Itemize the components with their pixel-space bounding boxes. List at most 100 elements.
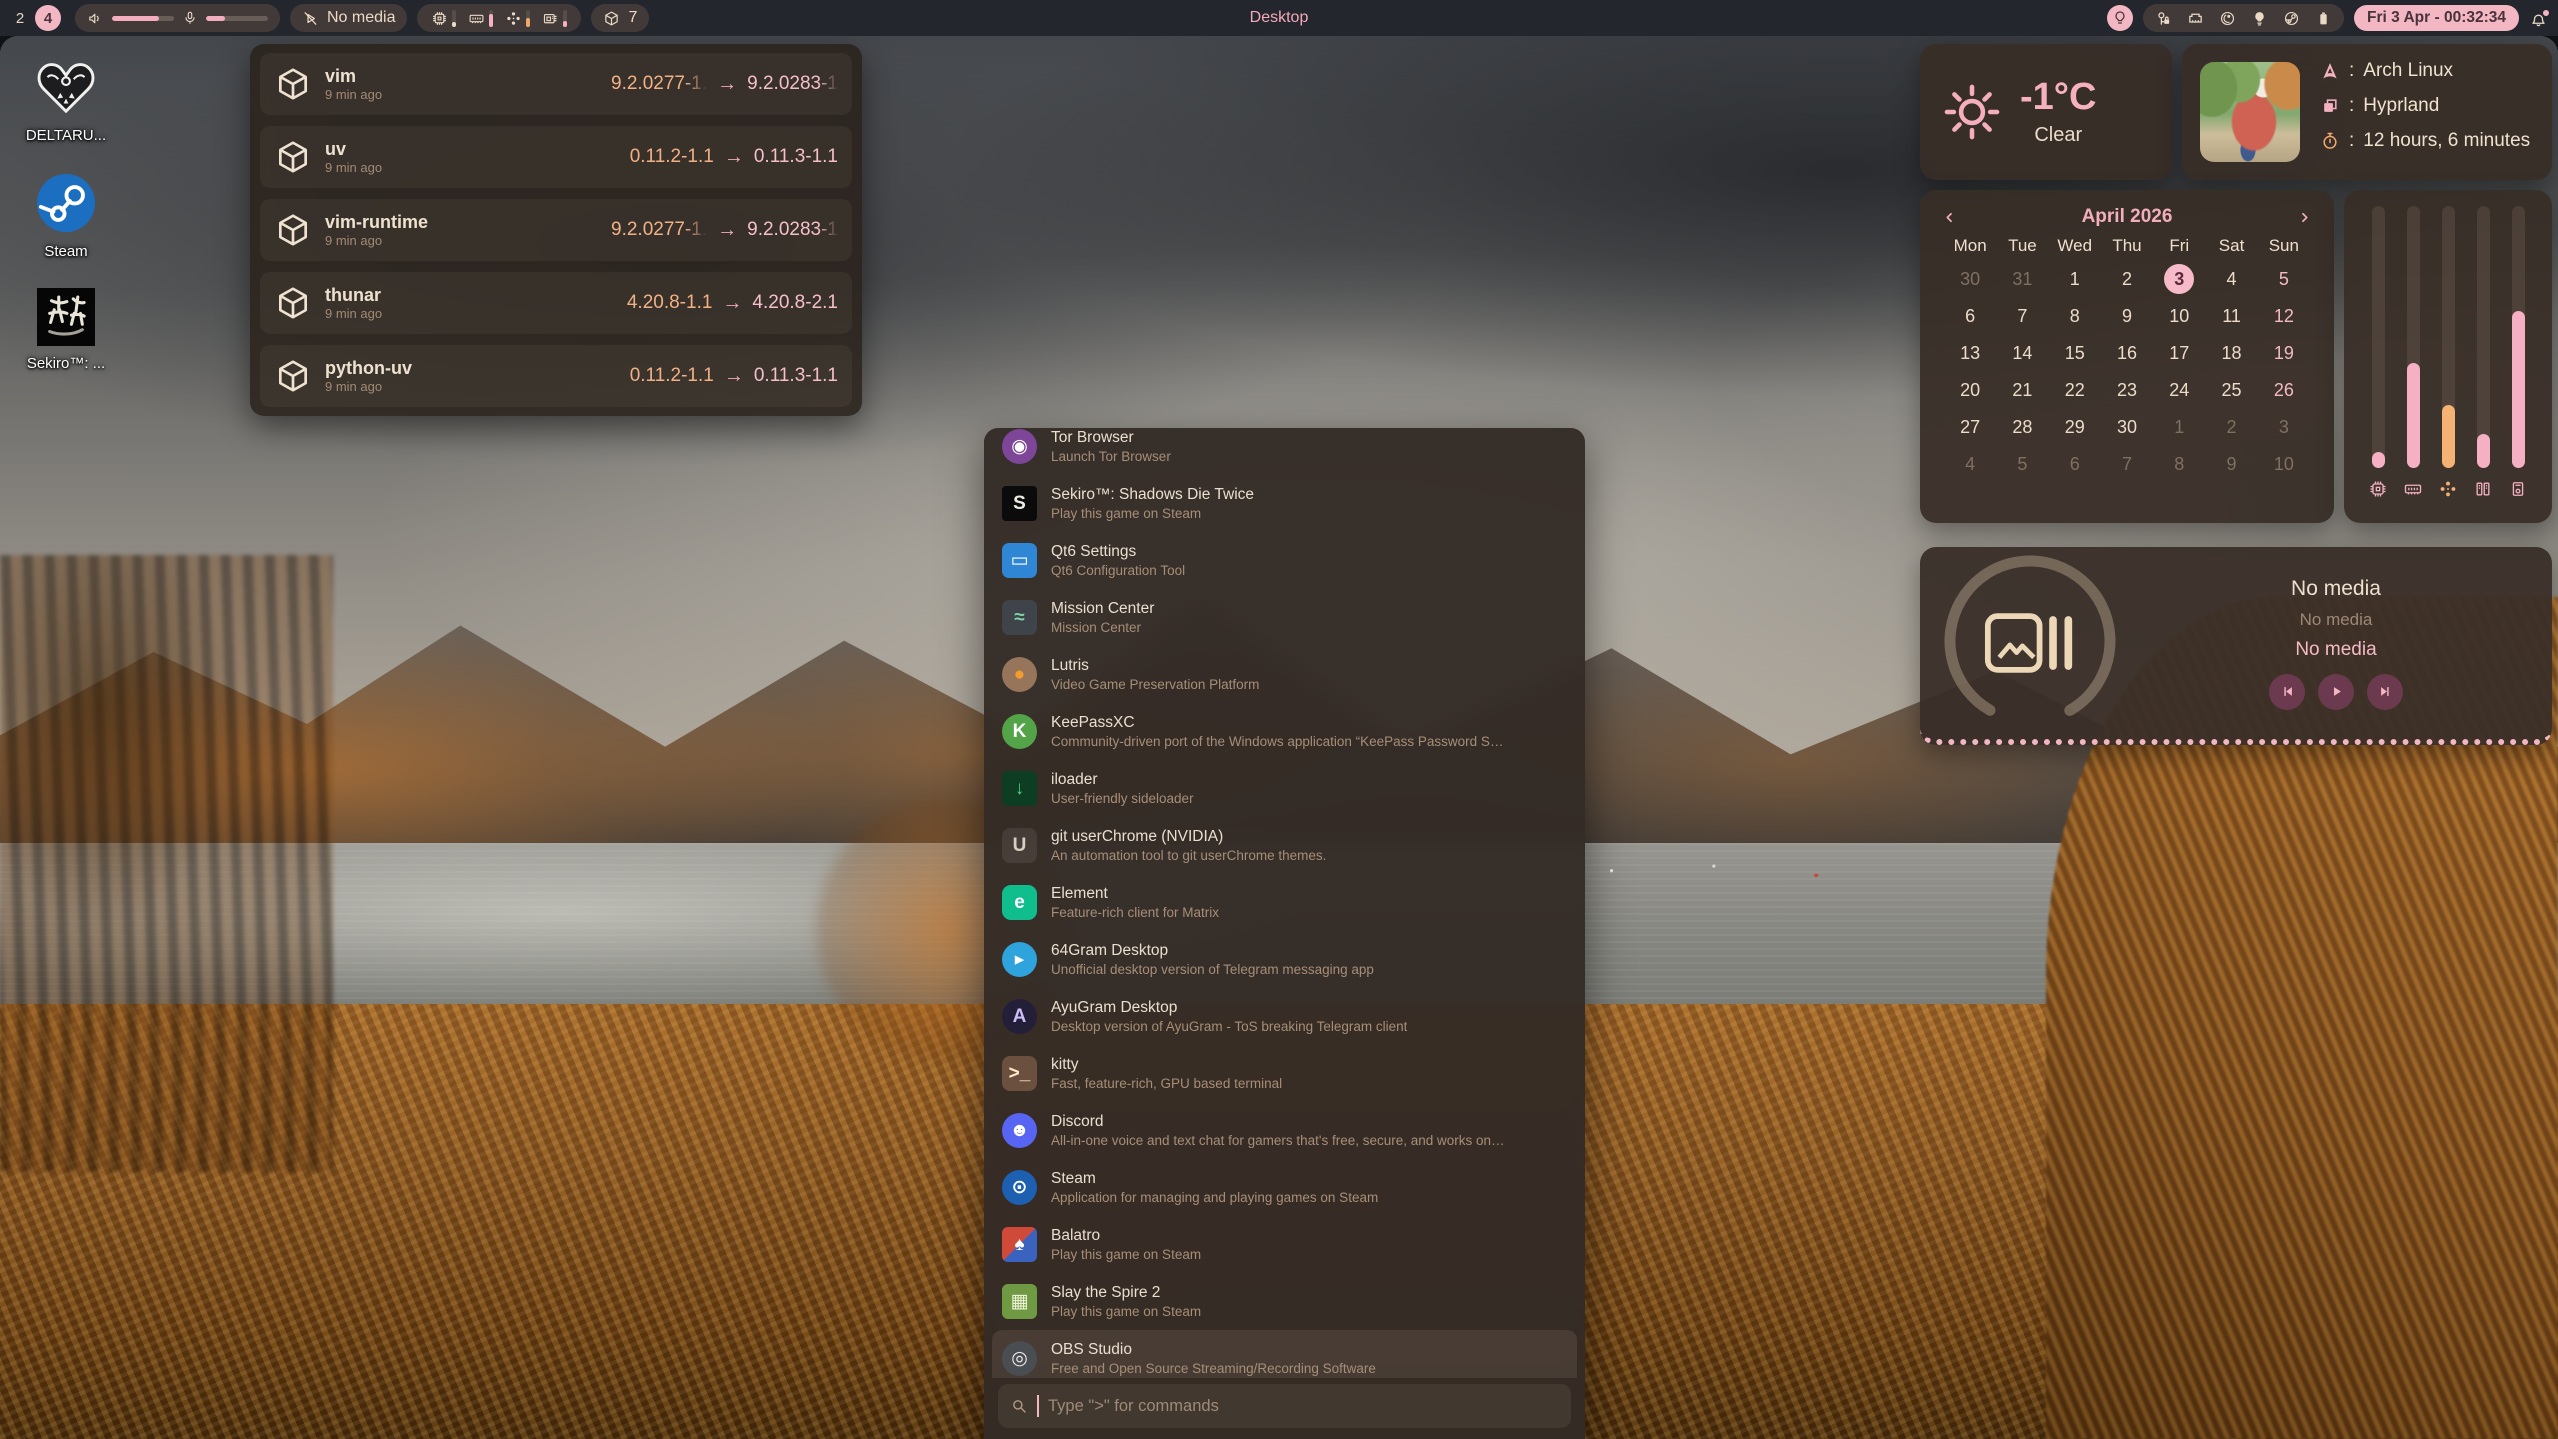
calendar-day[interactable]: 31 <box>1996 264 2048 294</box>
calendar-day[interactable]: 25 <box>2205 375 2257 405</box>
package-update-row[interactable]: vim 9 min ago 9.2.0277-1. → 9.2.0283-1 <box>260 53 852 115</box>
idle-inhibit-button[interactable] <box>2107 5 2133 31</box>
workspace-item[interactable]: 2 <box>14 10 26 27</box>
calendar-day[interactable]: 19 <box>2258 338 2310 368</box>
calendar-day[interactable]: 9 <box>2101 301 2153 331</box>
desktop-icon-sekiro[interactable]: Sekiro™: ... <box>10 288 122 372</box>
calendar-day[interactable]: 15 <box>2049 338 2101 368</box>
calendar-day[interactable]: 10 <box>2258 449 2310 479</box>
play-button[interactable] <box>2318 674 2354 710</box>
bulb-icon[interactable] <box>2251 10 2268 27</box>
steam-icon[interactable] <box>2283 10 2300 27</box>
calendar-day[interactable]: 4 <box>2205 264 2257 294</box>
calendar-day[interactable]: 9 <box>2205 449 2257 479</box>
battery-icon[interactable] <box>2315 10 2332 27</box>
app-description: Unofficial desktop version of Telegram m… <box>1051 962 1374 977</box>
volume-slider[interactable] <box>112 16 174 21</box>
next-track-button[interactable] <box>2367 674 2403 710</box>
calendar-day[interactable]: 24 <box>2153 375 2205 405</box>
calendar-day[interactable]: 29 <box>2049 412 2101 442</box>
launcher-item[interactable]: ◎ OBS Studio Free and Open Source Stream… <box>992 1330 1577 1378</box>
calendar-day[interactable]: 13 <box>1944 338 1996 368</box>
calendar-next-button[interactable] <box>2297 210 2312 225</box>
app-launcher: ◉ Tor Browser Launch Tor Browser S Sekir… <box>984 428 1585 1439</box>
launcher-item[interactable]: U git userChrome (NVIDIA) An automation … <box>992 817 1577 874</box>
calendar-day[interactable]: 4 <box>1944 449 1996 479</box>
packages-chip[interactable]: 7 <box>591 4 649 32</box>
calendar-day[interactable]: 10 <box>2153 301 2205 331</box>
calendar-day[interactable]: 8 <box>2049 301 2101 331</box>
calendar-day[interactable]: 5 <box>2258 264 2310 294</box>
desktop-icon-steam[interactable]: Steam <box>10 172 122 260</box>
network-icon[interactable] <box>2187 10 2204 27</box>
calendar-day[interactable]: 2 <box>2205 412 2257 442</box>
launcher-item[interactable]: ● Lutris Video Game Preservation Platfor… <box>992 646 1577 703</box>
launcher-item[interactable]: A AyuGram Desktop Desktop version of Ayu… <box>992 988 1577 1045</box>
package-update-row[interactable]: python-uv 9 min ago 0.11.2-1.1 → 0.11.3-… <box>260 345 852 407</box>
launcher-item[interactable]: K KeePassXC Community-driven port of the… <box>992 703 1577 760</box>
launcher-item[interactable]: ☻ Discord All-in-one voice and text chat… <box>992 1102 1577 1159</box>
calendar-day[interactable]: 12 <box>2258 301 2310 331</box>
launcher-item[interactable]: ↓ iloader User-friendly sideloader <box>992 760 1577 817</box>
calendar-day[interactable]: 30 <box>1944 264 1996 294</box>
launcher-item[interactable]: ♠ Balatro Play this game on Steam <box>992 1216 1577 1273</box>
launcher-item[interactable]: S Sekiro™: Shadows Die Twice Play this g… <box>992 475 1577 532</box>
calendar-day[interactable]: 3 <box>2258 412 2310 442</box>
launcher-item[interactable]: ◉ Tor Browser Launch Tor Browser <box>992 428 1577 475</box>
calendar-day[interactable]: 30 <box>2101 412 2153 442</box>
calendar-day[interactable]: 2 <box>2101 264 2153 294</box>
desktop-icon-deltarune[interactable]: DELTARU... <box>10 56 122 144</box>
calendar-day[interactable]: 17 <box>2153 338 2205 368</box>
launcher-item[interactable]: ≈ Mission Center Mission Center <box>992 589 1577 646</box>
package-update-row[interactable]: thunar 9 min ago 4.20.8-1.1 → 4.20.8-2.1 <box>260 272 852 334</box>
launcher-item[interactable]: >_ kitty Fast, feature-rich, GPU based t… <box>992 1045 1577 1102</box>
launcher-item[interactable]: ▸ 64Gram Desktop Unofficial desktop vers… <box>992 931 1577 988</box>
media-chip[interactable]: No media <box>290 4 407 32</box>
calendar-day[interactable]: 3 <box>2164 264 2194 294</box>
package-icon <box>274 284 312 322</box>
audio-chip[interactable] <box>75 4 280 32</box>
workspace-item[interactable]: 4 <box>35 5 61 31</box>
package-update-row[interactable]: vim-runtime 9 min ago 9.2.0277-1. → 9.2.… <box>260 199 852 261</box>
launcher-item[interactable]: ▦ Slay the Spire 2 Play this game on Ste… <box>992 1273 1577 1330</box>
workspace-switcher[interactable]: 24 <box>10 5 65 31</box>
calendar-day[interactable]: 16 <box>2101 338 2153 368</box>
calendar-day[interactable]: 21 <box>1996 375 2048 405</box>
resource-icon <box>2473 479 2493 499</box>
notifications-button[interactable] <box>2529 9 2548 28</box>
calendar-day[interactable]: 7 <box>2101 449 2153 479</box>
calendar-day[interactable]: 23 <box>2101 375 2153 405</box>
package-old-version: 9.2.0277-1. <box>611 73 707 95</box>
calendar-day[interactable]: 6 <box>1944 301 1996 331</box>
calendar-day[interactable]: 28 <box>1996 412 2048 442</box>
system-info-line: : 12 hours, 6 minutes <box>2320 130 2530 152</box>
calendar-day[interactable]: 8 <box>2153 449 2205 479</box>
monitor-item <box>505 10 530 27</box>
mic-slider[interactable] <box>206 16 268 21</box>
calendar-day[interactable]: 27 <box>1944 412 1996 442</box>
obs-icon[interactable] <box>2219 10 2236 27</box>
calendar-day[interactable]: 14 <box>1996 338 2048 368</box>
app-icon: ● <box>1002 657 1037 692</box>
search-input[interactable]: Type ">" for commands <box>998 1384 1571 1428</box>
launcher-item[interactable]: ▭ Qt6 Settings Qt6 Configuration Tool <box>992 532 1577 589</box>
calendar-day[interactable]: 7 <box>1996 301 2048 331</box>
previous-track-button[interactable] <box>2269 674 2305 710</box>
calendar-day[interactable]: 18 <box>2205 338 2257 368</box>
monitors-chip[interactable] <box>417 4 581 32</box>
calendar-day[interactable]: 1 <box>2049 264 2101 294</box>
calendar-day[interactable]: 22 <box>2049 375 2101 405</box>
clock-pill[interactable]: Fri 3 Apr - 00:32:34 <box>2354 5 2519 31</box>
calendar-day[interactable]: 5 <box>1996 449 2048 479</box>
launcher-item[interactable]: e Element Feature-rich client for Matrix <box>992 874 1577 931</box>
calendar-day[interactable]: 1 <box>2153 412 2205 442</box>
launcher-item[interactable]: ⊙ Steam Application for managing and pla… <box>992 1159 1577 1216</box>
calendar-day[interactable]: 26 <box>2258 375 2310 405</box>
window-title: Desktop <box>1250 0 1309 36</box>
keepassxc-icon[interactable] <box>2155 10 2172 27</box>
calendar-prev-button[interactable] <box>1942 210 1957 225</box>
calendar-day[interactable]: 6 <box>2049 449 2101 479</box>
calendar-day[interactable]: 11 <box>2205 301 2257 331</box>
calendar-day[interactable]: 20 <box>1944 375 1996 405</box>
package-update-row[interactable]: uv 9 min ago 0.11.2-1.1 → 0.11.3-1.1 <box>260 126 852 188</box>
